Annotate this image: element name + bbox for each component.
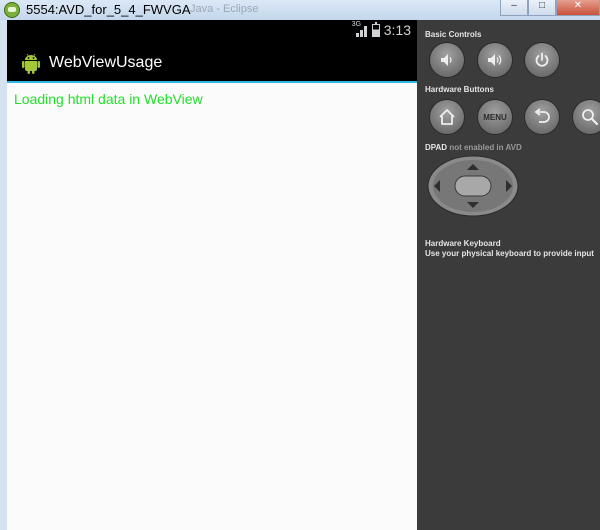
hardware-buttons-label: Hardware Buttons (425, 85, 494, 94)
window-controls: – □ ✕ (500, 0, 600, 16)
android-status-bar: 3G 3:13 (7, 20, 417, 44)
window-title: 5554:AVD_for_5_4_FWVGA (26, 2, 191, 17)
hardware-keyboard-info: Hardware Keyboard Use your physical keyb… (425, 239, 594, 259)
status-time: 3:13 (383, 22, 411, 38)
hardware-keyboard-title: Hardware Keyboard (425, 239, 501, 248)
power-icon (535, 52, 549, 67)
webview-text: Loading html data in WebView (14, 91, 203, 107)
dpad-label-note: not enabled in AVD (449, 143, 522, 152)
home-button[interactable] (430, 100, 464, 134)
volume-down-icon (441, 54, 452, 66)
back-button[interactable] (525, 100, 559, 134)
emulator-window: 5554:AVD_for_5_4_FWVGA Java - Eclipse – … (0, 0, 600, 530)
close-button[interactable]: ✕ (556, 0, 600, 16)
volume-up-icon (488, 54, 502, 66)
dpad-control[interactable] (427, 155, 519, 217)
basic-controls-label: Basic Controls (425, 30, 482, 39)
maximize-button[interactable]: □ (528, 0, 556, 16)
power-button[interactable] (525, 43, 559, 77)
app-title: WebViewUsage (49, 54, 163, 71)
emulator-app-icon (4, 2, 20, 18)
home-icon (439, 109, 455, 125)
signal-3g-icon: 3G (351, 21, 368, 38)
background-window-title: Java - Eclipse (190, 3, 259, 15)
minimize-button[interactable]: – (500, 0, 528, 16)
back-icon (534, 108, 550, 123)
dpad-label-title: DPAD (425, 143, 448, 152)
battery-icon (371, 21, 380, 37)
emulator-controls-panel: Basic Controls Hardware Buttons MENU DPA… (417, 20, 600, 530)
dpad-label: DPAD not enabled in AVD (425, 143, 522, 152)
action-bar: WebViewUsage (7, 44, 417, 83)
volume-down-button[interactable] (430, 43, 464, 77)
hardware-keyboard-desc: Use your physical keyboard to provide in… (425, 249, 594, 258)
webview[interactable]: Loading html data in WebView (7, 83, 417, 530)
menu-button[interactable]: MENU (478, 100, 512, 134)
status-icons: 3G 3:13 (351, 21, 411, 38)
network-type-label: 3G (351, 21, 362, 28)
menu-button-label: MENU (483, 112, 507, 122)
window-titlebar[interactable]: 5554:AVD_for_5_4_FWVGA Java - Eclipse – … (0, 0, 600, 20)
android-robot-icon (22, 53, 40, 74)
search-button[interactable] (573, 100, 600, 134)
search-icon (582, 109, 599, 126)
dpad-center-button (454, 175, 492, 197)
volume-up-button[interactable] (478, 43, 512, 77)
device-screen[interactable]: 3G 3:13 WebViewUsage Loading html data i… (7, 20, 417, 530)
